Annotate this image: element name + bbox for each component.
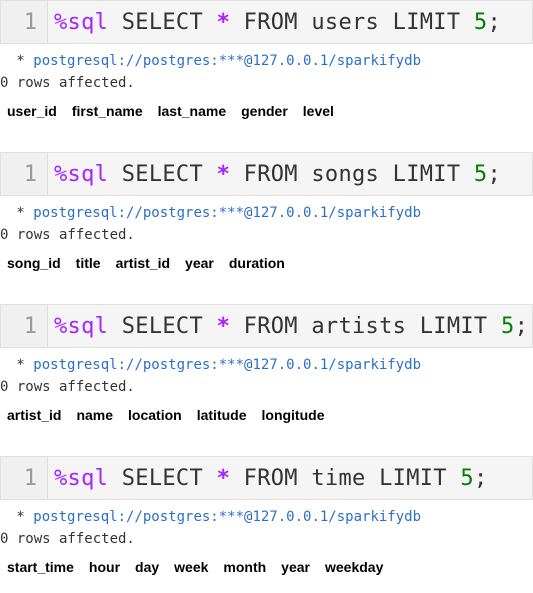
column-header: artist_id: [115, 255, 171, 271]
magic-keyword: %sql: [54, 161, 109, 187]
column-header: day: [135, 559, 160, 575]
column-header: level: [302, 103, 334, 119]
column-header: title: [75, 255, 101, 271]
result-table-header: start_time hour day week month year week…: [7, 559, 398, 575]
magic-keyword: %sql: [54, 465, 109, 491]
code-input-area[interactable]: 1 %sql SELECT * FROM users LIMIT 5;: [0, 0, 533, 44]
connection-url: postgresql://postgres:***@127.0.0.1/spar…: [33, 205, 422, 221]
column-header: hour: [88, 559, 121, 575]
connection-output: * postgresql://postgres:***@127.0.0.1/sp…: [8, 205, 421, 221]
magic-keyword: %sql: [54, 9, 109, 35]
connection-prefix: *: [8, 509, 34, 525]
magic-keyword: %sql: [54, 313, 109, 339]
column-header: last_name: [157, 103, 227, 119]
result-table-header: user_id first_name last_name gender leve…: [7, 103, 349, 119]
column-header: year: [281, 559, 310, 575]
code-text: ;: [473, 465, 488, 491]
connection-output: * postgresql://postgres:***@127.0.0.1/sp…: [8, 509, 421, 525]
code-line[interactable]: %sql SELECT * FROM songs LIMIT 5;: [48, 162, 501, 187]
column-header: location: [128, 407, 182, 423]
code-text: FROM users LIMIT: [230, 9, 474, 35]
code-text: ;: [514, 313, 529, 339]
code-text: ;: [487, 161, 502, 187]
code-text: ;: [487, 9, 502, 35]
column-header: year: [185, 255, 214, 271]
code-text: FROM songs LIMIT: [230, 161, 474, 187]
connection-output: * postgresql://postgres:***@127.0.0.1/sp…: [8, 357, 421, 373]
connection-url: postgresql://postgres:***@127.0.0.1/spar…: [33, 53, 422, 69]
line-number: 1: [1, 153, 48, 195]
column-header: name: [76, 407, 114, 423]
number-literal: 5: [460, 465, 474, 491]
column-header: week: [174, 559, 209, 575]
number-literal: 5: [473, 161, 488, 187]
column-header: month: [223, 559, 267, 575]
code-input-area[interactable]: 1 %sql SELECT * FROM songs LIMIT 5;: [0, 152, 533, 196]
code-text: SELECT: [108, 313, 217, 339]
code-input-area[interactable]: 1 %sql SELECT * FROM artists LIMIT 5;: [0, 304, 533, 348]
star-operator: *: [216, 313, 231, 339]
line-number: 1: [1, 457, 48, 499]
connection-prefix: *: [8, 205, 34, 221]
column-header: longitude: [261, 407, 325, 423]
column-header: first_name: [71, 103, 143, 119]
code-text: FROM time LIMIT: [230, 465, 461, 491]
column-header: weekday: [324, 559, 384, 575]
code-text: FROM artists LIMIT: [230, 313, 502, 339]
code-line[interactable]: %sql SELECT * FROM artists LIMIT 5;: [48, 314, 528, 339]
number-literal: 5: [501, 313, 515, 339]
code-line[interactable]: %sql SELECT * FROM time LIMIT 5;: [48, 466, 487, 491]
column-header: latitude: [196, 407, 247, 423]
star-operator: *: [216, 9, 231, 35]
code-text: SELECT: [108, 465, 217, 491]
number-literal: 5: [473, 9, 488, 35]
column-header: artist_id: [7, 407, 62, 423]
connection-url: postgresql://postgres:***@127.0.0.1/spar…: [33, 509, 422, 525]
code-text: SELECT: [108, 9, 217, 35]
code-text: SELECT: [108, 161, 217, 187]
star-operator: *: [216, 161, 231, 187]
notebook-cell-artists: 1 %sql SELECT * FROM artists LIMIT 5; * …: [0, 304, 533, 444]
rows-affected: 0 rows affected.: [0, 531, 135, 547]
line-number: 1: [1, 305, 48, 347]
connection-url: postgresql://postgres:***@127.0.0.1/spar…: [33, 357, 422, 373]
column-header: duration: [228, 255, 285, 271]
code-line[interactable]: %sql SELECT * FROM users LIMIT 5;: [48, 10, 501, 35]
column-header: start_time: [7, 559, 74, 575]
column-header: user_id: [7, 103, 57, 119]
rows-affected: 0 rows affected.: [0, 379, 135, 395]
notebook-cell-songs: 1 %sql SELECT * FROM songs LIMIT 5; * po…: [0, 152, 533, 292]
notebook-cell-time: 1 %sql SELECT * FROM time LIMIT 5; * pos…: [0, 456, 533, 593]
connection-output: * postgresql://postgres:***@127.0.0.1/sp…: [8, 53, 421, 69]
rows-affected: 0 rows affected.: [0, 75, 135, 91]
result-table-header: artist_id name location latitude longitu…: [7, 407, 340, 423]
star-operator: *: [216, 465, 231, 491]
column-header: song_id: [7, 255, 61, 271]
code-input-area[interactable]: 1 %sql SELECT * FROM time LIMIT 5;: [0, 456, 533, 500]
notebook-cell-users: 1 %sql SELECT * FROM users LIMIT 5; * po…: [0, 0, 533, 140]
result-table-header: song_id title artist_id year duration: [7, 255, 300, 271]
connection-prefix: *: [8, 53, 34, 69]
rows-affected: 0 rows affected.: [0, 227, 135, 243]
connection-prefix: *: [8, 357, 34, 373]
line-number: 1: [1, 1, 48, 43]
column-header: gender: [241, 103, 288, 119]
